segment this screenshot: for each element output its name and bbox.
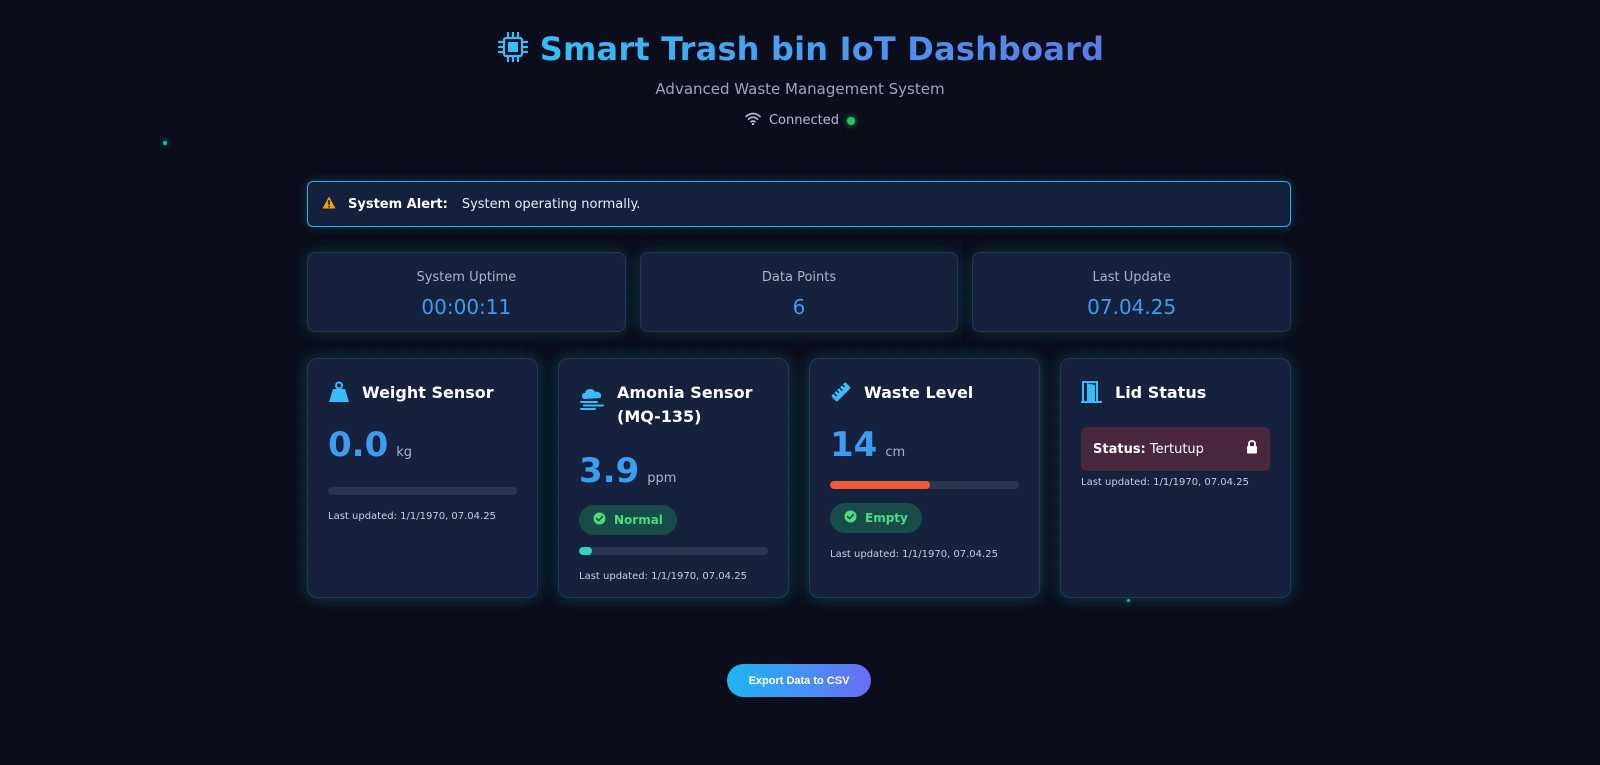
- last-updated: Last updated: 1/1/1970, 07.04.25: [328, 511, 496, 522]
- card-title: Weight Sensor: [362, 383, 494, 402]
- card-header: Waste Level: [830, 381, 1019, 407]
- weight-progress: [328, 487, 517, 495]
- weight-icon: [328, 381, 350, 407]
- stats-row: System Uptime 00:00:11 Data Points 6 Las…: [307, 252, 1292, 332]
- card-header: Lid Status: [1081, 381, 1270, 407]
- waste-level-card: Waste Level 14 cm Empty Last updated: 1/…: [809, 358, 1040, 598]
- lid-status-label: Status:: [1093, 441, 1146, 457]
- lock-icon: [1246, 440, 1258, 458]
- weight-sensor-card: Weight Sensor 0.0 kg Last updated: 1/1/1…: [307, 358, 538, 598]
- export-csv-button[interactable]: Export Data to CSV: [727, 664, 871, 697]
- ammonia-unit: ppm: [647, 471, 677, 486]
- last-updated: Last updated: 1/1/1970, 07.04.25: [1081, 477, 1249, 488]
- ammonia-value: 3.9: [579, 451, 640, 491]
- check-circle-icon: [593, 512, 606, 528]
- card-header: Weight Sensor: [328, 381, 517, 407]
- stat-value: 00:00:11: [421, 295, 512, 319]
- ammonia-sensor-card: Amonia Sensor (MQ-135) 3.9 ppm Normal La…: [558, 358, 789, 598]
- stat-value: 6: [792, 295, 806, 319]
- decor-dot: [1127, 599, 1130, 602]
- card-title: Waste Level: [864, 383, 974, 402]
- badge-wrap: Normal: [579, 505, 768, 535]
- stat-last-update: Last Update 07.04.25: [972, 252, 1292, 332]
- card-title: Lid Status: [1115, 383, 1207, 402]
- lid-status-text: Status: Tertutup: [1093, 442, 1204, 457]
- card-title: Amonia Sensor (MQ-135): [617, 381, 752, 429]
- alert-label: System Alert:: [348, 196, 448, 212]
- alert-message: System operating normally.: [461, 196, 641, 212]
- weight-unit: kg: [396, 445, 413, 460]
- waste-progress: [830, 481, 1019, 489]
- lid-status-value: Tertutup: [1149, 441, 1204, 457]
- status-badge: Normal: [579, 505, 677, 535]
- connection-label: Connected: [768, 113, 839, 128]
- ammonia-progress: [579, 547, 768, 555]
- badge-label: Empty: [865, 511, 908, 525]
- system-alert: System Alert: System operating normally.: [307, 181, 1291, 227]
- stat-label: System Uptime: [416, 270, 517, 285]
- weight-value: 0.0: [328, 425, 389, 465]
- page-title: Smart Trash bin IoT Dashboard: [539, 30, 1105, 68]
- badge-wrap: Empty: [830, 503, 1019, 533]
- cpu-chip-icon: [496, 30, 530, 68]
- ruler-icon: [830, 381, 852, 407]
- waste-reading: 14 cm: [830, 425, 1019, 465]
- page-subtitle: Advanced Waste Management System: [655, 80, 945, 98]
- badge-label: Normal: [614, 513, 663, 527]
- connection-indicator: [847, 116, 855, 125]
- smog-icon: [579, 387, 605, 415]
- stat-label: Data Points: [761, 270, 837, 285]
- card-title-line: (MQ-135): [617, 407, 702, 426]
- lid-status-box: Status: Tertutup: [1081, 427, 1270, 471]
- warning-icon: [322, 196, 336, 213]
- ammonia-reading: 3.9 ppm: [579, 451, 768, 491]
- waste-value: 14: [830, 425, 878, 465]
- stat-uptime: System Uptime 00:00:11: [307, 252, 626, 332]
- stat-label: Last Update: [1092, 270, 1171, 285]
- ammonia-progress-fill: [579, 547, 593, 555]
- waste-progress-fill: [830, 481, 931, 489]
- stat-data-points: Data Points 6: [639, 252, 959, 332]
- sensor-cards: Weight Sensor 0.0 kg Last updated: 1/1/1…: [307, 358, 1291, 598]
- check-circle-icon: [844, 510, 857, 526]
- waste-unit: cm: [885, 445, 906, 460]
- last-updated: Last updated: 1/1/1970, 07.04.25: [830, 549, 998, 560]
- weight-reading: 0.0 kg: [328, 425, 517, 465]
- decor-dot: [163, 141, 167, 145]
- title-row: Smart Trash bin IoT Dashboard: [0, 30, 1600, 68]
- card-header: Amonia Sensor (MQ-135): [579, 381, 768, 429]
- status-badge: Empty: [830, 503, 922, 533]
- stat-value: 07.04.25: [1087, 295, 1177, 319]
- wifi-icon: [745, 112, 761, 129]
- door-icon: [1081, 381, 1103, 407]
- page-header: Smart Trash bin IoT Dashboard Advanced W…: [0, 0, 1600, 129]
- card-title-line: Amonia Sensor: [617, 383, 753, 402]
- connection-status: Connected: [0, 112, 1600, 129]
- lid-status-card: Lid Status Status: Tertutup Last updated…: [1060, 358, 1291, 598]
- last-updated: Last updated: 1/1/1970, 07.04.25: [579, 571, 747, 582]
